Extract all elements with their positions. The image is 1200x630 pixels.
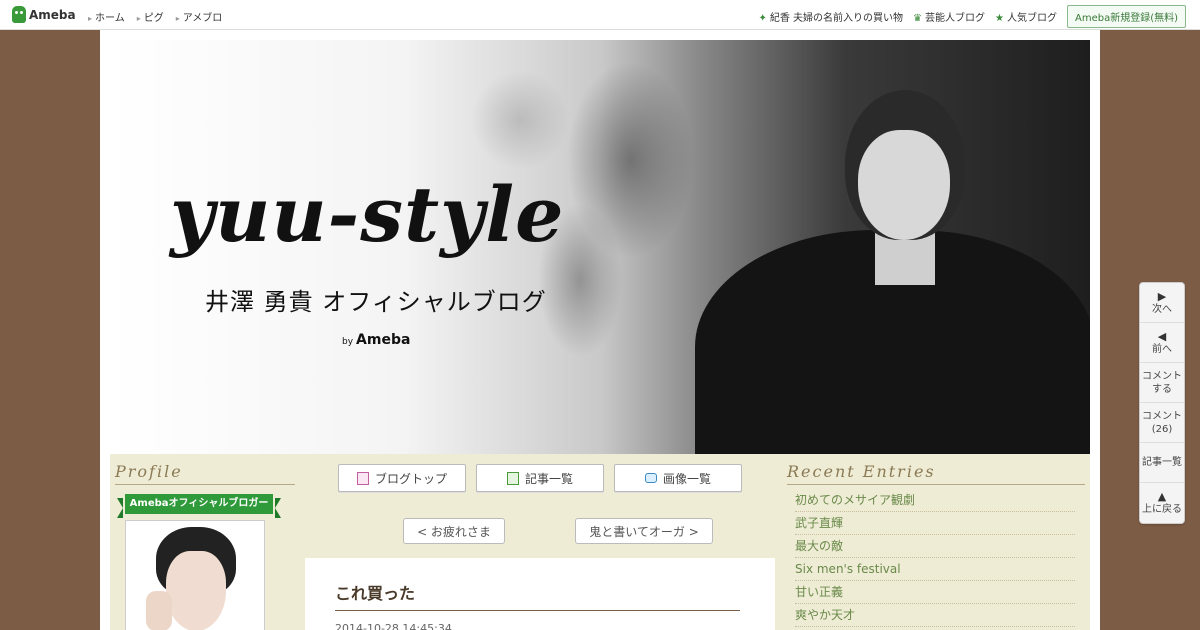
entry-date: 2014-10-28 14:45:34 [335, 622, 452, 630]
side-prev-button[interactable]: ◀ 前へ [1140, 323, 1184, 363]
profile-sidebar: Profile [115, 462, 295, 485]
entry-list-button[interactable]: 記事一覧 [476, 464, 604, 492]
up-arrow-icon: ▲ [1157, 490, 1167, 503]
floating-side-nav: ▶ 次へ ◀ 前へ コメント する コメント (26) 記事一覧 ▲ 上に戻る [1139, 282, 1185, 524]
list-icon [506, 471, 519, 485]
recent-entry-link[interactable]: 爽やか天才 [795, 604, 1075, 627]
divider [787, 484, 1085, 485]
blog-icon [356, 471, 369, 485]
content-band: Profile Amebaオフィシャルブロガー ブログトップ 記事一覧 画像一覧… [110, 454, 1090, 630]
prev-entry-link[interactable]: < お疲れさま [403, 518, 505, 544]
ameba-logo-icon [12, 6, 26, 23]
logo-text: Ameba [29, 7, 76, 22]
sparkle-icon: ✦ [758, 13, 767, 24]
entry-title[interactable]: これ買った [335, 580, 415, 604]
nav-ameblo[interactable]: アメブロ [176, 9, 223, 24]
blog-container: yuu-style 井澤 勇貴 オフィシャルブログ by Ameba Profil… [100, 30, 1100, 630]
recent-entry-link[interactable]: 武子直輝 [795, 512, 1075, 535]
profile-heading: Profile [115, 462, 183, 481]
ameba-logo[interactable]: Ameba [12, 6, 76, 23]
recent-entry-link[interactable]: 甘い正義 [795, 581, 1075, 604]
recent-entries: Recent Entries 初めてのメサイア観劇 武子直輝 最大の敵 Six … [787, 462, 1085, 627]
crown-icon: ♛ [913, 13, 923, 24]
blog-nav-buttons: ブログトップ 記事一覧 画像一覧 [338, 464, 742, 492]
recent-heading: Recent Entries [787, 462, 936, 481]
register-button[interactable]: Ameba新規登録(無料) [1066, 5, 1186, 28]
blog-header-image[interactable]: yuu-style 井澤 勇貴 オフィシャルブログ by Ameba [110, 40, 1090, 454]
side-comment-button[interactable]: コメント する [1140, 363, 1184, 403]
divider [115, 484, 295, 485]
blog-title: yuu-style [170, 170, 565, 259]
side-next-button[interactable]: ▶ 次へ [1140, 283, 1184, 323]
top-link-celebrity[interactable]: ♛ 芸能人ブログ [913, 9, 985, 24]
official-blogger-ribbon: Amebaオフィシャルブロガー [117, 494, 281, 518]
recent-entry-link[interactable]: 初めてのメサイア観劇 [795, 489, 1075, 512]
global-header: Ameba ホーム ピグ アメブロ ✦紀香 夫婦の名前入りの買い物 ♛芸能人ブロ… [0, 0, 1200, 30]
camera-icon [644, 473, 657, 483]
left-arrow-icon: ◀ [1157, 329, 1167, 343]
next-entry-link[interactable]: 鬼と書いてオーガ > [575, 518, 713, 544]
nav-pigg[interactable]: ピグ [137, 9, 164, 24]
recent-entry-link[interactable]: 最大の敵 [795, 535, 1075, 558]
top-link-popular[interactable]: ★ 人気ブログ [995, 9, 1057, 24]
side-back-to-top-button[interactable]: ▲ 上に戻る [1140, 483, 1184, 523]
recent-list: 初めてのメサイア観劇 武子直輝 最大の敵 Six men's festival … [787, 489, 1085, 627]
side-comments-count-button[interactable]: コメント (26) [1140, 403, 1184, 443]
by-ameba: by Ameba [342, 332, 411, 348]
recent-entry-link[interactable]: Six men's festival [795, 558, 1075, 581]
divider [335, 610, 740, 611]
profile-photo-face [166, 551, 226, 630]
top-links: ✦ 紀香 夫婦の名前入りの買い物 ♛ 芸能人ブログ ★ 人気ブログ Ameba新規登録… [758, 5, 1186, 28]
entry-article: これ買った 2014-10-28 14:45:34 [305, 558, 775, 630]
profile-photo[interactable] [125, 520, 265, 630]
side-entry-list-button[interactable]: 記事一覧 [1140, 443, 1184, 483]
star-icon: ★ [995, 13, 1004, 24]
right-arrow-icon: ▶ [1157, 289, 1167, 303]
header-photo-face [858, 130, 950, 240]
blog-top-button[interactable]: ブログトップ [338, 464, 466, 492]
nav-home[interactable]: ホーム [88, 9, 125, 24]
profile-photo-hand [146, 591, 172, 630]
top-nav: ホーム ピグ アメブロ [88, 9, 222, 24]
main-column: ブログトップ 記事一覧 画像一覧 < お疲れさま 鬼と書いてオーガ > これ買っ… [305, 454, 775, 630]
blog-subtitle: 井澤 勇貴 オフィシャルブログ [205, 288, 547, 316]
top-link-news[interactable]: ✦ 紀香 夫婦の名前入りの買い物 [758, 9, 903, 24]
image-list-button[interactable]: 画像一覧 [614, 464, 742, 492]
